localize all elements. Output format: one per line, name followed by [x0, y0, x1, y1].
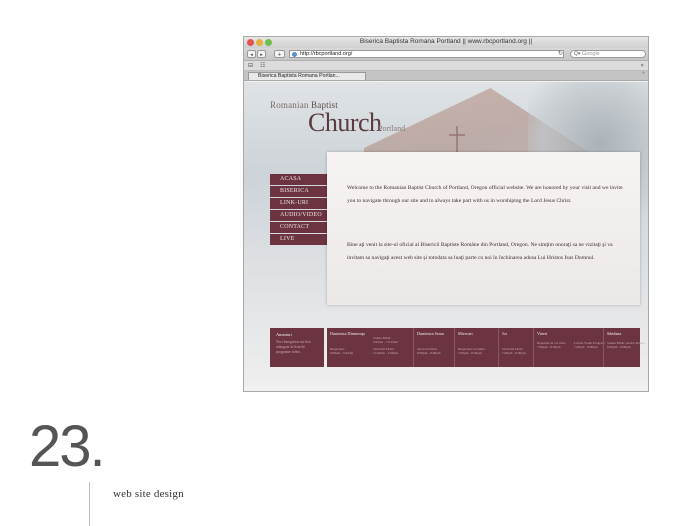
tab-bar: Biserica Baptista Romana Portlan... + [244, 71, 648, 81]
browser-window: Biserica Baptista Romana Portland || www… [243, 36, 649, 392]
schedule-day-name: Duminica Seara [417, 331, 444, 336]
project-number: 23. [29, 418, 106, 476]
schedule-event: Serviciu Divin 6:00pm - 8:00pm [417, 347, 441, 355]
announcements-text: Nu-i înregistrat nu fost adaugate la lis… [276, 340, 311, 354]
add-bookmark-button[interactable]: + [274, 50, 285, 58]
schedule-event: Repetitie de cor mixt 7:00pm - 8:30pm [537, 341, 566, 349]
search-field[interactable]: Q▾ Google [570, 50, 646, 58]
background-cross [456, 126, 458, 152]
announcements-title: Anunturi [276, 332, 292, 337]
welcome-panel: Welcome to the Romanian Baptist Church o… [327, 152, 640, 305]
back-arrow-icon[interactable]: ◂ [247, 50, 256, 58]
menu-item-acasa[interactable]: ACASA [270, 174, 327, 185]
schedule-day: Vineri Repetitie de cor mixt 7:00pm - 8:… [533, 328, 571, 367]
schedule-day: Lucius Youth Program 7:00pm - 9:00pm [571, 328, 605, 367]
menu-item-biserica[interactable]: BISERICA [270, 186, 327, 197]
schedule-day: Sâmbata Studiu Biblic pentru Tineret 6:0… [603, 328, 645, 367]
search-placeholder: Google [582, 51, 600, 57]
logo-portland: Portland [378, 124, 406, 133]
schedule-event: Studiu Biblic pentru Tineret 6:00pm - 8:… [607, 341, 645, 349]
schedule-day: Duminica Seara Serviciu Divin 6:00pm - 8… [413, 328, 454, 367]
forward-arrow-icon[interactable]: ▸ [257, 50, 266, 58]
schedule-day-name: Miercuri [458, 331, 473, 336]
schedule-day-name: Sâmbata [607, 331, 622, 336]
menu-item-link-uri[interactable]: LINK-URI [270, 198, 327, 209]
grid-icon[interactable]: ☷ [260, 62, 265, 69]
menu-item-contact[interactable]: CONTACT [270, 222, 327, 233]
caption-divider [89, 482, 90, 526]
schedule-event: Lucius Youth Program 7:00pm - 9:00pm [574, 341, 605, 349]
project-number-dot: . [89, 414, 106, 479]
schedule-day: Duminica Dimineaţa Rugaciune 9:00am - 9:… [327, 328, 370, 367]
main-menu: ACASA BISERICA LINK-URI AUDIO/VIDEO CONT… [270, 174, 327, 246]
logo-romanian: Romanian [270, 100, 309, 110]
title-bar: Biserica Baptista Romana Portland || www… [244, 37, 648, 48]
schedule-day-name: Duminica Dimineaţa [330, 331, 366, 336]
bookmarks-bar: ⊟ ☷ » [244, 61, 648, 71]
event-time: 11:00am - 1:00pm [373, 351, 398, 356]
open-book-icon[interactable]: ⊟ [248, 62, 253, 69]
window-title: Biserica Baptista Romana Portland || www… [359, 38, 533, 45]
schedule-day: Studiu Biblic 9:45am - 10:45am Serviciul… [370, 328, 413, 367]
project-number-digits: 23 [29, 414, 91, 479]
footer-panels: Anunturi Nu-i înregistrat nu fost adauga… [270, 328, 645, 367]
schedule-event: Serviciul Divin 7:00pm - 8:30pm [502, 347, 526, 355]
project-caption: web site design [113, 488, 184, 500]
menu-item-audio-video[interactable]: AUDIO/VIDEO [270, 210, 327, 221]
welcome-text-english: Welcome to the Romanian Baptist Church o… [347, 185, 623, 204]
event-time: 6:00pm - 8:00pm [607, 345, 631, 350]
event-time: 7:00pm - 9:00pm [574, 345, 598, 350]
background-cross-bar [449, 134, 465, 136]
page-viewport: Romanian Baptist Church Portland ACASA B… [244, 82, 648, 386]
event-time: 9:45am - 10:45am [373, 340, 398, 345]
menu-item-live[interactable]: LIVE [270, 234, 327, 245]
tab-active[interactable]: Biserica Baptista Romana Portlan... [248, 72, 366, 80]
event-time: 7:00pm - 8:30pm [502, 351, 526, 356]
address-bar[interactable]: http://rbcportland.org/ [289, 50, 564, 58]
schedule-day: Joi Serviciul Divin 7:00pm - 8:30pm [498, 328, 533, 367]
schedule-day: Miercuri Rugaciune si studiu 7:00pm - 8:… [454, 328, 498, 367]
globe-icon [292, 52, 297, 57]
welcome-text-romanian: Bine aţi venit la site-ul oficial al Bis… [347, 242, 613, 261]
url-text: http://rbcportland.org/ [300, 51, 353, 57]
event-time: 9:00am - 9:45am [330, 351, 354, 356]
search-icon: Q▾ [574, 51, 581, 57]
schedule-event: Rugaciune si studiu 7:00pm - 8:30pm [458, 347, 485, 355]
schedule-event: Rugaciune 9:00am - 9:45am [330, 347, 353, 355]
schedule-event: Studiu Biblic 9:45am - 10:45am [373, 336, 398, 344]
event-time: 7:00pm - 8:30pm [458, 351, 482, 356]
reload-icon[interactable]: ↻ [558, 50, 563, 58]
event-time: 7:00pm - 8:30pm [537, 345, 561, 350]
schedule-bar: Duminica Dimineaţa Rugaciune 9:00am - 9:… [327, 328, 645, 367]
logo-church[interactable]: Church [308, 108, 382, 138]
schedule-day-name: Vineri [537, 331, 548, 336]
overflow-chevron-icon[interactable]: » [640, 62, 644, 69]
browser-toolbar: ◂ ▸ + http://rbcportland.org/ ↻ Q▾ Googl… [244, 48, 648, 61]
announcements-box: Anunturi Nu-i înregistrat nu fost adauga… [270, 328, 324, 367]
schedule-day-name: Joi [502, 331, 507, 336]
event-time: 6:00pm - 8:00pm [417, 351, 441, 356]
tab-add-icon[interactable]: + [642, 71, 645, 77]
schedule-event: Serviciul Divin 11:00am - 1:00pm [373, 347, 398, 355]
